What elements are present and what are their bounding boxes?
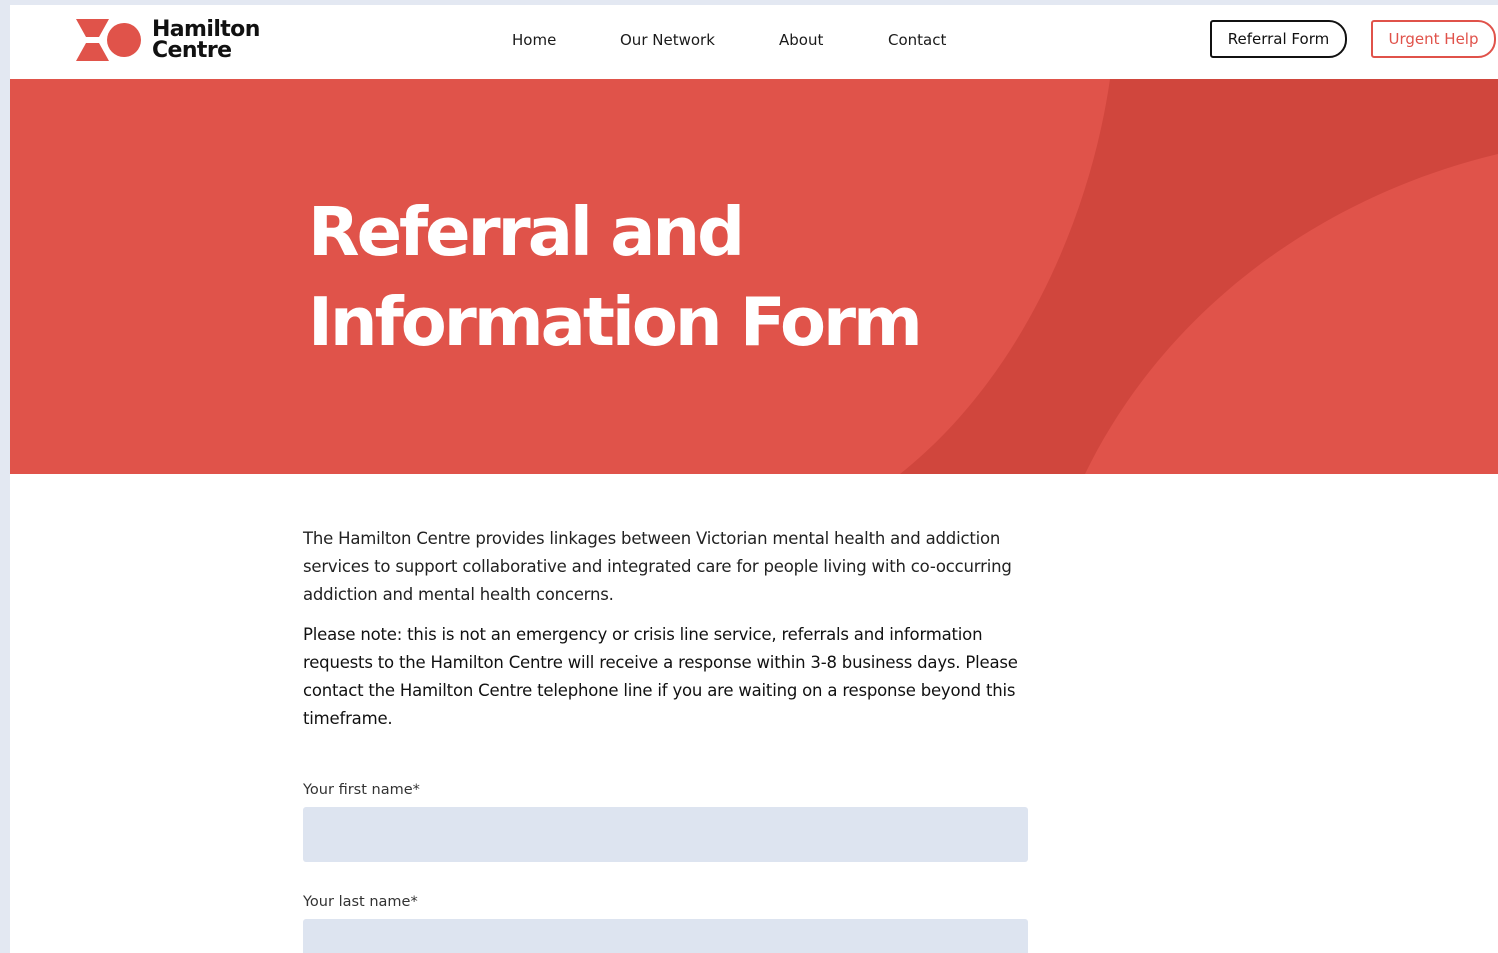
hero-banner: Referral and Information Form <box>10 79 1498 474</box>
first-name-input[interactable] <box>303 807 1028 862</box>
first-name-label: Your first name* <box>303 782 420 798</box>
intro-section: The Hamilton Centre provides linkages be… <box>303 525 1028 733</box>
last-name-label: Your last name* <box>303 894 418 910</box>
nav-home[interactable]: Home <box>512 31 556 49</box>
last-name-input[interactable] <box>303 919 1028 953</box>
service-note: Please note: this is not an emergency or… <box>303 625 1018 728</box>
last-name-field: Your last name* <box>303 893 1028 953</box>
nav-contact[interactable]: Contact <box>888 31 946 49</box>
urgent-help-button[interactable]: Urgent Help <box>1371 20 1496 58</box>
page: Hamilton Centre Home Our Network About C… <box>10 5 1498 953</box>
page-title-line-2: Information Form <box>308 283 923 361</box>
referral-form-button[interactable]: Referral Form <box>1210 20 1347 58</box>
nav-our-network[interactable]: Our Network <box>620 31 715 49</box>
site-header: Hamilton Centre Home Our Network About C… <box>10 5 1498 79</box>
intro-paragraph: The Hamilton Centre provides linkages be… <box>303 529 1012 604</box>
nav-about[interactable]: About <box>779 31 823 49</box>
page-title: Referral and Information Form <box>308 187 1068 367</box>
page-title-line-1: Referral and <box>308 193 745 271</box>
first-name-field: Your first name* <box>303 781 1028 862</box>
